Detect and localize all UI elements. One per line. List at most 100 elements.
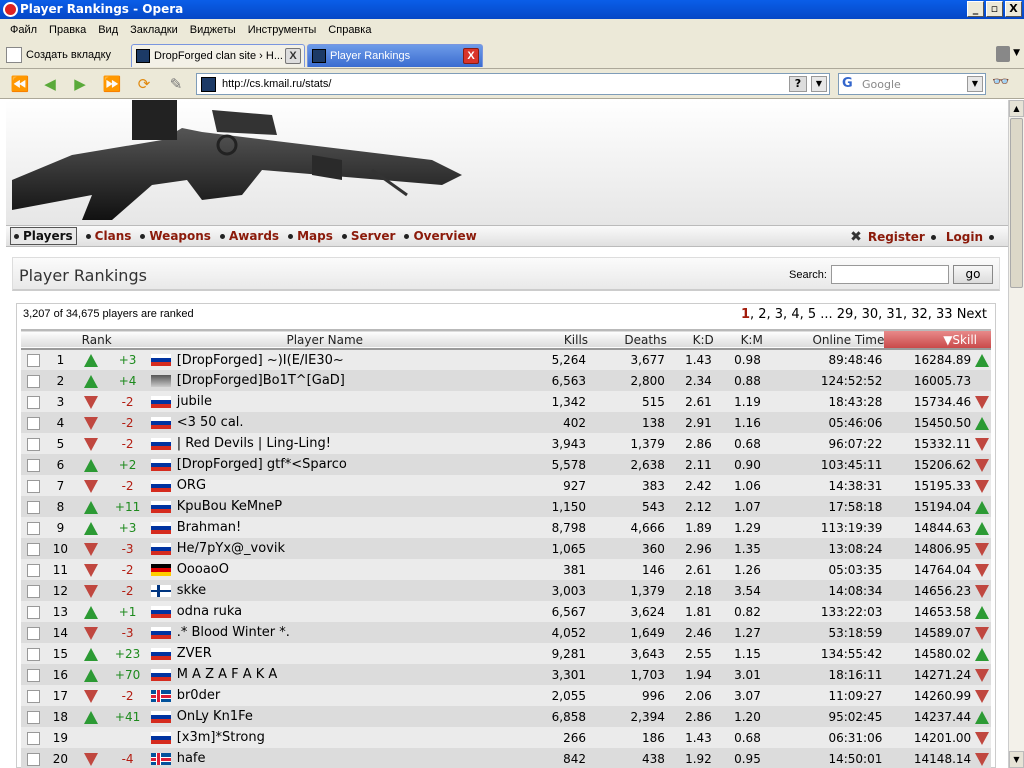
col-player-name[interactable]: Player Name xyxy=(149,330,501,349)
col-skill[interactable]: ▼Skill xyxy=(884,330,991,349)
close-tab-button[interactable]: X xyxy=(285,48,301,64)
scroll-down-icon[interactable]: ▼ xyxy=(1009,751,1024,768)
menu-tools[interactable]: Инструменты xyxy=(242,24,323,36)
table-row[interactable]: 3 -2 jubile 1,342 515 2.61 1.19 18:43:28 15734.… xyxy=(21,391,991,412)
table-row[interactable]: 6 +2 [DropForged] gtf*<Sparco 5,578 2,638 2.… xyxy=(21,454,991,475)
register-link[interactable]: Register xyxy=(868,230,925,244)
player-name-link[interactable]: br0der xyxy=(177,688,220,703)
row-checkbox[interactable] xyxy=(27,647,40,661)
row-checkbox[interactable] xyxy=(27,605,40,619)
glasses-icon[interactable]: 👓 xyxy=(992,74,1009,90)
row-checkbox[interactable] xyxy=(27,395,40,409)
search-input[interactable] xyxy=(831,265,949,284)
row-checkbox[interactable] xyxy=(27,500,40,514)
tab-dropforged[interactable]: DropForged clan site › H... X xyxy=(131,44,305,67)
table-row[interactable]: 2 +4 [DropForged]Bo1T^[GaD] 6,563 2,800 2.34… xyxy=(21,370,991,391)
table-row[interactable]: 4 -2 <3 50 cal. 402 138 2.91 1.16 05:46:06 1545… xyxy=(21,412,991,433)
row-checkbox[interactable] xyxy=(27,479,40,493)
page-links[interactable]: , 2, 3, 4, 5 ... 29, 30, 31, 32, 33 xyxy=(750,307,953,322)
table-row[interactable]: 16 +70 M A Z A F A K A 3,301 1,703 1.94 3.01 1… xyxy=(21,664,991,685)
player-name-link[interactable]: KpuBou KeMneP xyxy=(177,499,282,514)
player-name-link[interactable]: ORG xyxy=(177,478,206,493)
table-row[interactable]: 7 -2 ORG 927 383 2.42 1.06 14:38:31 15195.33 xyxy=(21,475,991,496)
player-name-link[interactable]: jubile xyxy=(177,394,212,409)
rewind-icon[interactable]: ⏪ xyxy=(8,73,32,95)
table-row[interactable]: 11 -2 OooaoO 381 146 2.61 1.26 05:03:35 14764.0… xyxy=(21,559,991,580)
table-row[interactable]: 10 -3 He/7pYx@_vovik 1,065 360 2.96 1.35 13:08… xyxy=(21,538,991,559)
login-link[interactable]: Login xyxy=(946,230,983,244)
table-row[interactable]: 12 -2 skke 3,003 1,379 2.18 3.54 14:08:34 14656… xyxy=(21,580,991,601)
reload-icon[interactable]: ⟳ xyxy=(132,73,156,95)
new-tab-button[interactable]: Создать вкладку xyxy=(6,44,111,66)
table-row[interactable]: 18 +41 OnLy Kn1Fe 6,858 2,394 2.86 1.20 95:02:… xyxy=(21,706,991,727)
maximize-button[interactable]: ▫ xyxy=(986,1,1003,17)
player-name-link[interactable]: OnLy Kn1Fe xyxy=(177,709,253,724)
close-tab-button[interactable]: X xyxy=(463,48,479,64)
player-name-link[interactable]: skke xyxy=(177,583,206,598)
fast-forward-icon[interactable]: ⏩ xyxy=(100,73,124,95)
address-url[interactable]: http://cs.kmail.ru/stats/ xyxy=(222,78,331,90)
row-checkbox[interactable] xyxy=(27,354,40,367)
player-name-link[interactable]: | Red Devils | Ling-Ling! xyxy=(177,436,331,451)
menu-edit[interactable]: Правка xyxy=(43,24,92,36)
player-name-link[interactable]: odna ruka xyxy=(177,604,242,619)
col-online-time[interactable]: Online Time xyxy=(763,330,884,349)
menu-help[interactable]: Справка xyxy=(322,24,377,36)
menu-view[interactable]: Вид xyxy=(92,24,124,36)
row-checkbox[interactable] xyxy=(27,542,40,556)
player-name-link[interactable]: [DropForged] gtf*<Sparco xyxy=(177,457,347,472)
help-button[interactable]: ? xyxy=(789,76,807,92)
player-name-link[interactable]: <3 50 cal. xyxy=(177,415,244,430)
col-kd[interactable]: K:D xyxy=(667,330,714,349)
next-page-link[interactable]: Next xyxy=(957,307,987,322)
table-row[interactable]: 17 -2 br0der 2,055 996 2.06 3.07 11:09:27 14260… xyxy=(21,685,991,706)
table-row[interactable]: 20 -4 hafe 842 438 1.92 0.95 14:50:01 14148.14 xyxy=(21,748,991,768)
player-name-link[interactable]: OooaoO xyxy=(177,562,229,577)
tab-player-rankings[interactable]: Player Rankings X xyxy=(307,44,483,67)
tools-icon[interactable]: ✖ xyxy=(850,229,862,245)
edit-icon[interactable]: ✎ xyxy=(164,73,188,95)
table-row[interactable]: 8 +11 KpuBou KeMneP 1,150 543 2.12 1.07 17:58:… xyxy=(21,496,991,517)
table-row[interactable]: 5 -2 | Red Devils | Ling-Ling! 3,943 1,379 2… xyxy=(21,433,991,454)
chevron-down-icon[interactable]: ▼ xyxy=(967,76,983,92)
chevron-down-icon[interactable]: ▼ xyxy=(1013,48,1020,58)
player-name-link[interactable]: He/7pYx@_vovik xyxy=(177,541,285,556)
row-checkbox[interactable] xyxy=(27,416,40,430)
row-checkbox[interactable] xyxy=(27,374,40,388)
trash-icon[interactable] xyxy=(996,46,1010,62)
nav-clans[interactable]: Clans xyxy=(85,229,131,243)
table-row[interactable]: 1 +3 [DropForged] ~)I(E/IE30~ 5,264 3,677 1.… xyxy=(21,349,991,370)
nav-players[interactable]: Players xyxy=(10,227,77,245)
col-km[interactable]: K:M xyxy=(714,330,763,349)
current-page[interactable]: 1 xyxy=(741,307,750,322)
search-engine-box[interactable]: G Google ▼ xyxy=(838,73,986,95)
menu-widgets[interactable]: Виджеты xyxy=(184,24,242,36)
row-checkbox[interactable] xyxy=(27,626,40,640)
row-checkbox[interactable] xyxy=(27,437,40,451)
nav-maps[interactable]: Maps xyxy=(288,229,333,243)
close-window-button[interactable]: X xyxy=(1005,1,1022,17)
menu-file[interactable]: Файл xyxy=(4,24,43,36)
row-checkbox[interactable] xyxy=(27,563,40,577)
player-name-link[interactable]: ZVER xyxy=(177,646,212,661)
go-button[interactable]: go xyxy=(953,265,993,284)
table-row[interactable]: 9 +3 Brahman! 8,798 4,666 1.89 1.29 113:19:39 1… xyxy=(21,517,991,538)
chevron-down-icon[interactable]: ▼ xyxy=(811,76,827,92)
forward-arrow-icon[interactable]: ▶ xyxy=(68,73,92,95)
address-bar[interactable]: http://cs.kmail.ru/stats/ ? ▼ xyxy=(196,73,830,95)
row-checkbox[interactable] xyxy=(27,668,40,682)
player-name-link[interactable]: Brahman! xyxy=(177,520,242,535)
row-checkbox[interactable] xyxy=(27,584,40,598)
vertical-scrollbar[interactable]: ▲ ▼ xyxy=(1008,100,1024,768)
table-row[interactable]: 19 [x3m]*Strong 266 186 1.43 0.68 06:31:06 142… xyxy=(21,727,991,748)
col-kills[interactable]: Kills xyxy=(501,330,588,349)
scroll-thumb[interactable] xyxy=(1010,118,1023,288)
row-checkbox[interactable] xyxy=(27,458,40,472)
back-arrow-icon[interactable]: ◀ xyxy=(38,73,62,95)
nav-awards[interactable]: Awards xyxy=(219,229,279,243)
nav-overview[interactable]: Overview xyxy=(404,229,477,243)
row-checkbox[interactable] xyxy=(27,710,40,724)
menu-bookmarks[interactable]: Закладки xyxy=(124,24,184,36)
row-checkbox[interactable] xyxy=(27,752,40,766)
nav-weapons[interactable]: Weapons xyxy=(140,229,211,243)
